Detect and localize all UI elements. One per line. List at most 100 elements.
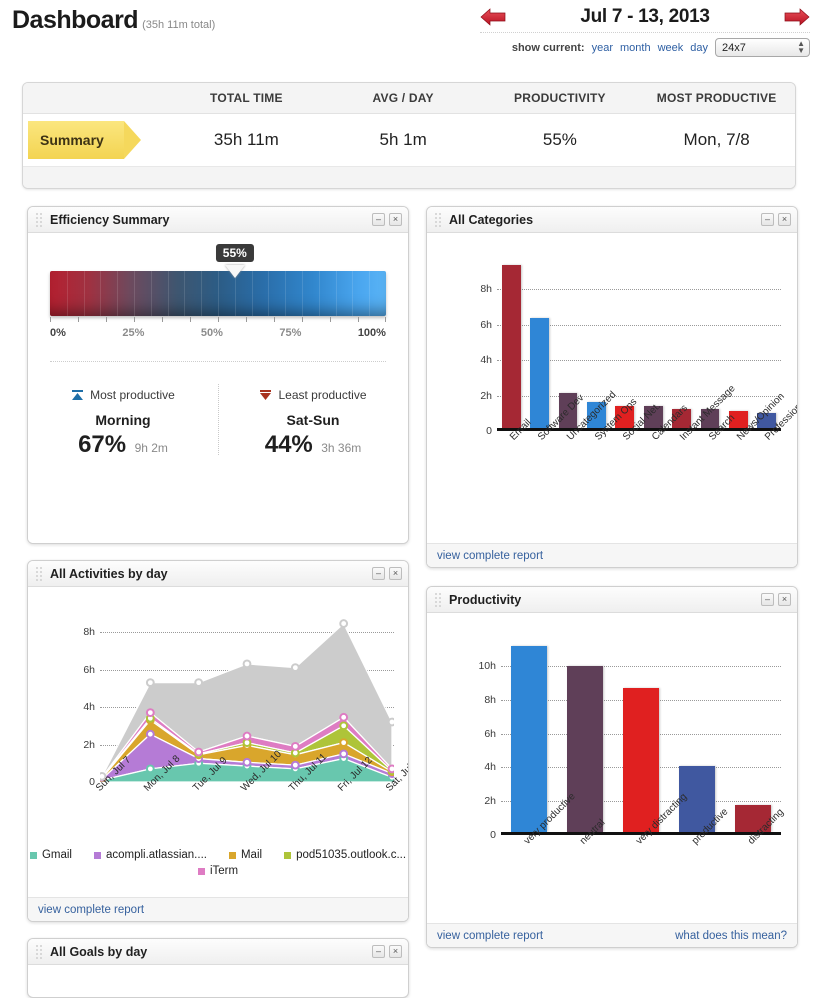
data-point[interactable]: [242, 731, 252, 741]
range-month-link[interactable]: month: [620, 42, 651, 54]
stacked-area-plot: [100, 619, 394, 782]
minimize-icon[interactable]: –: [372, 567, 385, 580]
efficiency-scale: 0% 25% 50% 75% 100%: [50, 327, 386, 339]
y-axis-tick-label: 2h: [83, 738, 95, 751]
drag-handle-icon[interactable]: [435, 592, 443, 607]
bar[interactable]: [530, 318, 549, 428]
legend-label: Gmail: [41, 849, 72, 861]
close-icon[interactable]: ×: [389, 213, 402, 226]
scale-100: 100%: [357, 327, 386, 339]
panel-header[interactable]: All Activities by day – ×: [28, 561, 408, 587]
most-productive-name: Morning: [95, 412, 151, 428]
panel-efficiency-summary: Efficiency Summary – × 55% 0% 25% 50% 75…: [27, 206, 409, 544]
bar-slot[interactable]: [525, 318, 553, 428]
least-productive-label: Least productive: [278, 388, 367, 402]
data-point[interactable]: [290, 760, 300, 770]
page-header: Dashboard (35h 11m total) Jul 7 - 13, 201…: [0, 0, 818, 72]
range-year-link[interactable]: year: [592, 42, 613, 54]
legend-item[interactable]: acompli.atlassian....: [93, 849, 207, 861]
efficiency-ticks: [50, 317, 386, 326]
close-icon[interactable]: ×: [778, 213, 791, 226]
time-filter-select[interactable]: 24x7: [715, 38, 810, 57]
data-point[interactable]: [145, 708, 155, 718]
scale-50: 50%: [200, 327, 223, 339]
drag-handle-icon[interactable]: [36, 566, 44, 581]
bar[interactable]: [566, 666, 604, 832]
next-period-arrow-icon[interactable]: [784, 6, 810, 28]
bar-slot[interactable]: [497, 265, 525, 428]
data-point[interactable]: [194, 747, 204, 757]
bar[interactable]: [501, 265, 521, 428]
left-arrow-icon: [480, 8, 506, 26]
page-title-text: Dashboard: [12, 6, 139, 34]
close-icon[interactable]: ×: [778, 593, 791, 606]
bar[interactable]: [622, 688, 660, 832]
summary-col-productivity: PRODUCTIVITY: [514, 91, 606, 105]
legend-item[interactable]: iTerm: [197, 865, 238, 877]
data-point[interactable]: [242, 659, 252, 669]
minimize-icon[interactable]: –: [761, 593, 774, 606]
prev-period-arrow-icon[interactable]: [480, 6, 506, 28]
panel-body: 55% 0% 25% 50% 75% 100% Most productive …: [28, 244, 408, 543]
x-axis-labels: Email Software Dev Uncategorized System Ops…: [497, 381, 797, 443]
panel-all-goals-by-day: All Goals by day – ×: [27, 938, 409, 998]
drag-handle-icon[interactable]: [36, 212, 44, 227]
range-week-link[interactable]: week: [658, 42, 684, 54]
legend-item[interactable]: Mail: [228, 849, 262, 861]
y-axis-tick-label: 2h: [484, 795, 496, 808]
y-axis-tick-label: 0: [486, 425, 492, 437]
view-complete-report-link[interactable]: view complete report: [437, 550, 543, 562]
data-point[interactable]: [387, 764, 394, 774]
data-point[interactable]: [387, 717, 394, 727]
minimize-icon[interactable]: –: [761, 213, 774, 226]
y-axis-tick-label: 4h: [484, 761, 496, 774]
data-point[interactable]: [290, 663, 300, 673]
panel-header[interactable]: Efficiency Summary – ×: [28, 207, 408, 233]
data-point[interactable]: [290, 741, 300, 751]
legend-item[interactable]: Gmail: [29, 849, 72, 861]
page-title: Dashboard (35h 11m total): [12, 6, 215, 35]
right-arrow-icon: [784, 8, 810, 26]
most-productive-time: 9h 2m: [134, 441, 168, 455]
panel-all-categories: All Categories – × 0 2h 4h 6h 8h Email Softwar…: [426, 206, 798, 568]
bar-slot[interactable]: [501, 646, 557, 832]
panel-header[interactable]: All Categories – ×: [427, 207, 797, 233]
panel-buttons: – ×: [761, 593, 791, 606]
y-axis-tick-label: 10h: [478, 660, 496, 673]
panel-header[interactable]: Productivity – ×: [427, 587, 797, 613]
data-point[interactable]: [145, 764, 155, 774]
summary-tab[interactable]: Summary: [28, 121, 141, 159]
range-day-link[interactable]: day: [690, 42, 708, 54]
minimize-icon[interactable]: –: [372, 213, 385, 226]
data-point[interactable]: [339, 749, 349, 759]
summary-value-most-productive: Mon, 7/8: [683, 130, 750, 149]
drag-handle-icon[interactable]: [435, 212, 443, 227]
legend-item[interactable]: pod51035.outlook.c...: [284, 849, 406, 861]
data-point[interactable]: [339, 721, 349, 731]
data-point[interactable]: [242, 757, 252, 767]
panel-header[interactable]: All Goals by day – ×: [28, 939, 408, 965]
data-point[interactable]: [339, 738, 349, 748]
summary-col-avg-day: AVG / DAY: [372, 91, 434, 105]
summary-value-productivity: 55%: [542, 130, 577, 149]
most-productive-pct: 67%: [78, 431, 127, 458]
data-point[interactable]: [194, 678, 204, 688]
view-complete-report-link[interactable]: view complete report: [38, 904, 144, 916]
panel-title: Efficiency Summary: [50, 212, 170, 227]
bar[interactable]: [510, 646, 548, 832]
panel-divider: [50, 361, 386, 362]
activities-legend: Gmail acompli.atlassian.... Mail pod51035.o…: [28, 849, 408, 877]
date-range-label: Jul 7 - 13, 2013: [580, 6, 710, 27]
date-navigation: Jul 7 - 13, 2013 show current: year mont…: [480, 6, 810, 57]
view-complete-report-link[interactable]: view complete report: [437, 930, 543, 942]
panel-title: All Activities by day: [50, 566, 168, 581]
data-point[interactable]: [339, 712, 349, 722]
legend-swatch: [29, 851, 37, 859]
data-point[interactable]: [339, 619, 349, 628]
data-point[interactable]: [145, 729, 155, 739]
y-axis-tick-label: 6h: [83, 663, 95, 676]
summary-col-total-time: TOTAL TIME: [210, 91, 283, 105]
what-does-this-mean-link[interactable]: what does this mean?: [675, 930, 787, 942]
data-point[interactable]: [145, 678, 155, 688]
close-icon[interactable]: ×: [389, 567, 402, 580]
